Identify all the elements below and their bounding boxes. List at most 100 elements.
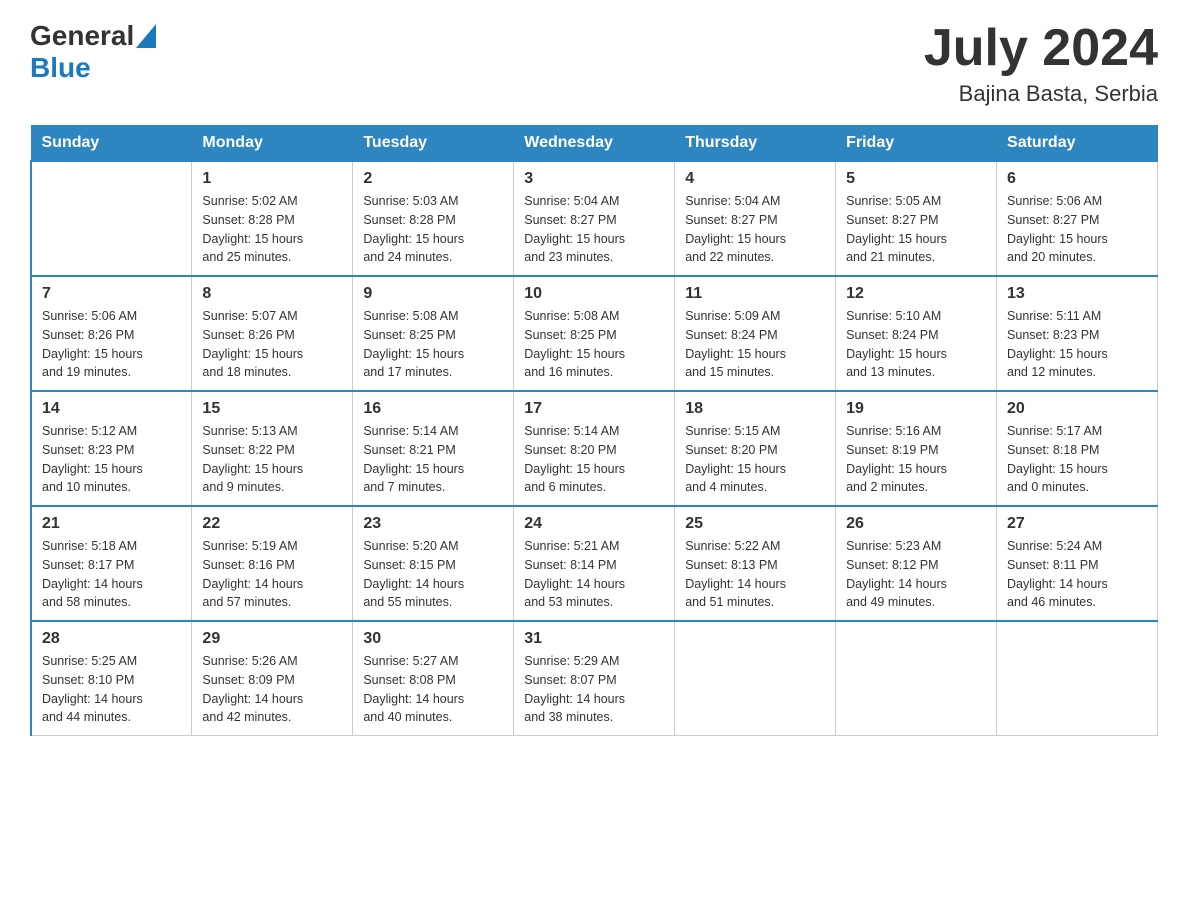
day-number: 20 [1007,400,1147,418]
header-monday: Monday [192,126,353,162]
calendar-cell: 21 Sunrise: 5:18 AMSunset: 8:17 PMDayligh… [31,506,192,621]
calendar-cell: 30 Sunrise: 5:27 AMSunset: 8:08 PMDayligh… [353,621,514,736]
day-info: Sunrise: 5:24 AMSunset: 8:11 PMDaylight:… [1007,537,1147,612]
calendar-cell: 1Sunrise: 5:02 AMSunset: 8:28 PMDaylight… [192,161,353,276]
header-thursday: Thursday [675,126,836,162]
calendar-table: SundayMondayTuesdayWednesdayThursdayFrid… [30,125,1158,736]
day-number: 28 [42,630,181,648]
week-row-4: 21 Sunrise: 5:18 AMSunset: 8:17 PMDayligh… [31,506,1158,621]
day-number: 18 [685,400,825,418]
day-number: 30 [363,630,503,648]
day-number: 17 [524,400,664,418]
calendar-cell: 24Sunrise: 5:21 AMSunset: 8:14 PMDayligh… [514,506,675,621]
calendar-cell: 9 Sunrise: 5:08 AMSunset: 8:25 PMDaylight… [353,276,514,391]
calendar-cell: 16 Sunrise: 5:14 AMSunset: 8:21 PMDayligh… [353,391,514,506]
day-number: 16 [363,400,503,418]
day-info: Sunrise: 5:15 AMSunset: 8:20 PMDaylight:… [685,422,825,497]
day-info: Sunrise: 5:25 AMSunset: 8:10 PMDaylight:… [42,652,181,727]
calendar-cell: 8 Sunrise: 5:07 AMSunset: 8:26 PMDaylight… [192,276,353,391]
day-number: 14 [42,400,181,418]
calendar-cell [997,621,1158,736]
header-tuesday: Tuesday [353,126,514,162]
calendar-cell [31,161,192,276]
header-friday: Friday [836,126,997,162]
day-number: 9 [363,285,503,303]
header-saturday: Saturday [997,126,1158,162]
day-number: 13 [1007,285,1147,303]
day-number: 2 [363,170,503,188]
calendar-cell: 23 Sunrise: 5:20 AMSunset: 8:15 PMDayligh… [353,506,514,621]
day-number: 31 [524,630,664,648]
day-info: Sunrise: 5:18 AMSunset: 8:17 PMDaylight:… [42,537,181,612]
week-row-2: 7Sunrise: 5:06 AMSunset: 8:26 PMDaylight… [31,276,1158,391]
calendar-cell: 13 Sunrise: 5:11 AMSunset: 8:23 PMDayligh… [997,276,1158,391]
day-info: Sunrise: 5:10 AMSunset: 8:24 PMDaylight:… [846,307,986,382]
day-number: 21 [42,515,181,533]
day-info: Sunrise: 5:08 AMSunset: 8:25 PMDaylight:… [363,307,503,382]
day-info: Sunrise: 5:11 AMSunset: 8:23 PMDaylight:… [1007,307,1147,382]
logo: General Blue [30,20,156,84]
calendar-cell: 28 Sunrise: 5:25 AMSunset: 8:10 PMDayligh… [31,621,192,736]
day-info: Sunrise: 5:22 AMSunset: 8:13 PMDaylight:… [685,537,825,612]
day-info: Sunrise: 5:20 AMSunset: 8:15 PMDaylight:… [363,537,503,612]
day-number: 25 [685,515,825,533]
day-info: Sunrise: 5:03 AMSunset: 8:28 PMDaylight:… [363,192,503,267]
day-number: 6 [1007,170,1147,188]
header-sunday: Sunday [31,126,192,162]
day-number: 27 [1007,515,1147,533]
day-info: Sunrise: 5:19 AMSunset: 8:16 PMDaylight:… [202,537,342,612]
calendar-cell: 4Sunrise: 5:04 AMSunset: 8:27 PMDaylight… [675,161,836,276]
day-info: Sunrise: 5:12 AMSunset: 8:23 PMDaylight:… [42,422,181,497]
day-number: 3 [524,170,664,188]
week-row-1: 1Sunrise: 5:02 AMSunset: 8:28 PMDaylight… [31,161,1158,276]
calendar-header-row: SundayMondayTuesdayWednesdayThursdayFrid… [31,126,1158,162]
calendar-cell: 12 Sunrise: 5:10 AMSunset: 8:24 PMDayligh… [836,276,997,391]
week-row-3: 14 Sunrise: 5:12 AMSunset: 8:23 PMDayligh… [31,391,1158,506]
calendar-cell: 27 Sunrise: 5:24 AMSunset: 8:11 PMDayligh… [997,506,1158,621]
day-info: Sunrise: 5:14 AMSunset: 8:20 PMDaylight:… [524,422,664,497]
logo-triangle-icon [136,24,156,48]
calendar-cell: 29 Sunrise: 5:26 AMSunset: 8:09 PMDayligh… [192,621,353,736]
day-number: 23 [363,515,503,533]
calendar-cell [675,621,836,736]
day-info: Sunrise: 5:14 AMSunset: 8:21 PMDaylight:… [363,422,503,497]
header-wednesday: Wednesday [514,126,675,162]
day-info: Sunrise: 5:04 AMSunset: 8:27 PMDaylight:… [524,192,664,267]
logo-blue: Blue [30,52,91,84]
day-info: Sunrise: 5:27 AMSunset: 8:08 PMDaylight:… [363,652,503,727]
day-number: 22 [202,515,342,533]
calendar-cell: 19Sunrise: 5:16 AMSunset: 8:19 PMDayligh… [836,391,997,506]
calendar-cell: 11Sunrise: 5:09 AMSunset: 8:24 PMDayligh… [675,276,836,391]
day-info: Sunrise: 5:17 AMSunset: 8:18 PMDaylight:… [1007,422,1147,497]
calendar-cell: 17 Sunrise: 5:14 AMSunset: 8:20 PMDayligh… [514,391,675,506]
day-number: 12 [846,285,986,303]
calendar-cell [836,621,997,736]
calendar-cell: 3 Sunrise: 5:04 AMSunset: 8:27 PMDaylight… [514,161,675,276]
week-row-5: 28 Sunrise: 5:25 AMSunset: 8:10 PMDayligh… [31,621,1158,736]
day-info: Sunrise: 5:23 AMSunset: 8:12 PMDaylight:… [846,537,986,612]
calendar-cell: 2 Sunrise: 5:03 AMSunset: 8:28 PMDaylight… [353,161,514,276]
page-header: General Blue July 2024 Bajina Basta, Ser… [30,20,1158,107]
day-info: Sunrise: 5:05 AMSunset: 8:27 PMDaylight:… [846,192,986,267]
day-number: 29 [202,630,342,648]
day-info: Sunrise: 5:13 AMSunset: 8:22 PMDaylight:… [202,422,342,497]
day-number: 5 [846,170,986,188]
day-info: Sunrise: 5:07 AMSunset: 8:26 PMDaylight:… [202,307,342,382]
calendar-cell: 10Sunrise: 5:08 AMSunset: 8:25 PMDayligh… [514,276,675,391]
calendar-cell: 7Sunrise: 5:06 AMSunset: 8:26 PMDaylight… [31,276,192,391]
page-title: July 2024 [924,20,1158,77]
day-number: 24 [524,515,664,533]
calendar-cell: 18 Sunrise: 5:15 AMSunset: 8:20 PMDayligh… [675,391,836,506]
logo-general: General [30,20,134,52]
calendar-cell: 26 Sunrise: 5:23 AMSunset: 8:12 PMDayligh… [836,506,997,621]
day-info: Sunrise: 5:26 AMSunset: 8:09 PMDaylight:… [202,652,342,727]
day-number: 26 [846,515,986,533]
day-number: 4 [685,170,825,188]
day-number: 8 [202,285,342,303]
calendar-cell: 5 Sunrise: 5:05 AMSunset: 8:27 PMDaylight… [836,161,997,276]
day-number: 10 [524,285,664,303]
calendar-cell: 6Sunrise: 5:06 AMSunset: 8:27 PMDaylight… [997,161,1158,276]
day-info: Sunrise: 5:02 AMSunset: 8:28 PMDaylight:… [202,192,342,267]
day-number: 19 [846,400,986,418]
calendar-cell: 31Sunrise: 5:29 AMSunset: 8:07 PMDayligh… [514,621,675,736]
